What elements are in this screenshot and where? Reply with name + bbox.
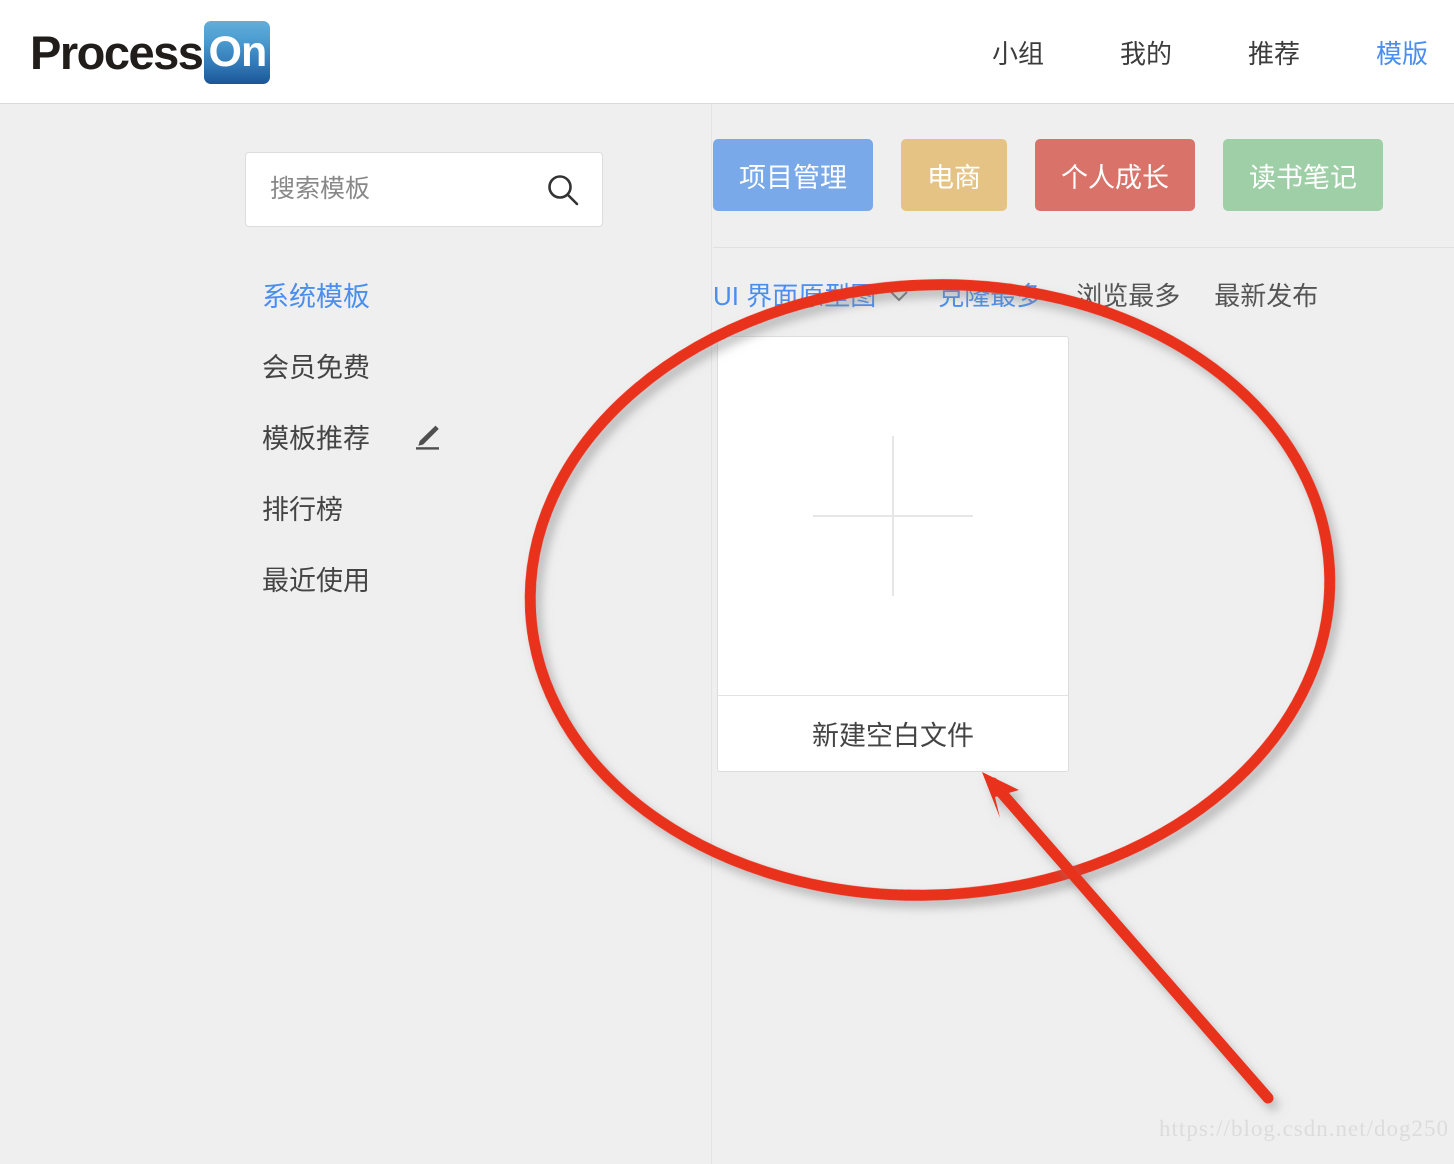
sidebar-item-recent[interactable]: 最近使用 [262, 543, 442, 614]
logo-wordmark: Process [30, 25, 204, 79]
sidebar-item-ranking[interactable]: 排行榜 [262, 472, 442, 543]
pencil-icon[interactable] [412, 422, 442, 452]
sidebar: 系统模板 会员免费 模板推荐 排行榜 最近使用 [0, 104, 712, 1164]
chip-reading-notes[interactable]: 读书笔记 [1223, 139, 1383, 211]
sidebar-item-template-recommend[interactable]: 模板推荐 [262, 401, 442, 472]
processon-logo[interactable]: Process On [30, 20, 271, 84]
filter-most-viewed[interactable]: 浏览最多 [1076, 276, 1180, 313]
sidebar-item-label: 最近使用 [262, 566, 370, 596]
main-content: 项目管理 电商 个人成长 读书笔记 UI 界面原型图 克隆最多 浏览最多 最新发… [713, 104, 1454, 1164]
category-chip-row: 项目管理 电商 个人成长 读书笔记 [713, 139, 1411, 211]
new-blank-file-card[interactable]: 新建空白文件 [717, 336, 1069, 772]
nav-item-templates[interactable]: 模版 [1376, 34, 1428, 71]
chip-label: 电商 [927, 162, 981, 193]
site-header: Process On 小组 我的 推荐 模版 [0, 0, 1454, 104]
chip-label: 项目管理 [739, 162, 847, 193]
filter-newest[interactable]: 最新发布 [1214, 276, 1318, 313]
nav-item-groups[interactable]: 小组 [992, 34, 1044, 71]
sidebar-menu: 系统模板 会员免费 模板推荐 排行榜 最近使用 [262, 259, 442, 614]
chips-divider [713, 247, 1454, 248]
chip-label: 个人成长 [1061, 162, 1169, 193]
chip-ecommerce[interactable]: 电商 [901, 139, 1007, 211]
logo-badge: On [204, 20, 271, 84]
chip-project-management[interactable]: 项目管理 [713, 139, 873, 211]
card-thumbnail [718, 337, 1068, 696]
category-select[interactable]: UI 界面原型图 [713, 276, 908, 313]
nav-item-recommend[interactable]: 推荐 [1248, 34, 1300, 71]
main-navigation: 小组 我的 推荐 模版 [992, 0, 1454, 104]
sidebar-item-label: 模板推荐 [262, 424, 370, 454]
plus-icon-vertical [892, 436, 894, 596]
sidebar-item-label: 系统模板 [262, 282, 370, 312]
filter-most-cloned[interactable]: 克隆最多 [938, 276, 1042, 313]
search-template-box[interactable] [245, 152, 603, 227]
chip-label: 读书笔记 [1249, 162, 1357, 193]
chevron-down-icon [890, 289, 908, 301]
watermark-text: https://blog.csdn.net/dog250 [1159, 1116, 1449, 1141]
logo-badge-text: On [208, 27, 268, 76]
search-icon[interactable] [546, 173, 580, 207]
chip-personal-growth[interactable]: 个人成长 [1035, 139, 1195, 211]
sidebar-item-system-templates[interactable]: 系统模板 [262, 259, 442, 330]
nav-item-mine[interactable]: 我的 [1120, 34, 1172, 71]
card-label: 新建空白文件 [812, 721, 974, 751]
sidebar-item-label: 会员免费 [262, 353, 370, 383]
sidebar-item-label: 排行榜 [262, 495, 343, 525]
filter-row: UI 界面原型图 克隆最多 浏览最多 最新发布 [713, 274, 1352, 314]
search-input[interactable] [268, 168, 522, 211]
category-select-label: UI 界面原型图 [713, 280, 877, 311]
sidebar-item-member-free[interactable]: 会员免费 [262, 330, 442, 401]
